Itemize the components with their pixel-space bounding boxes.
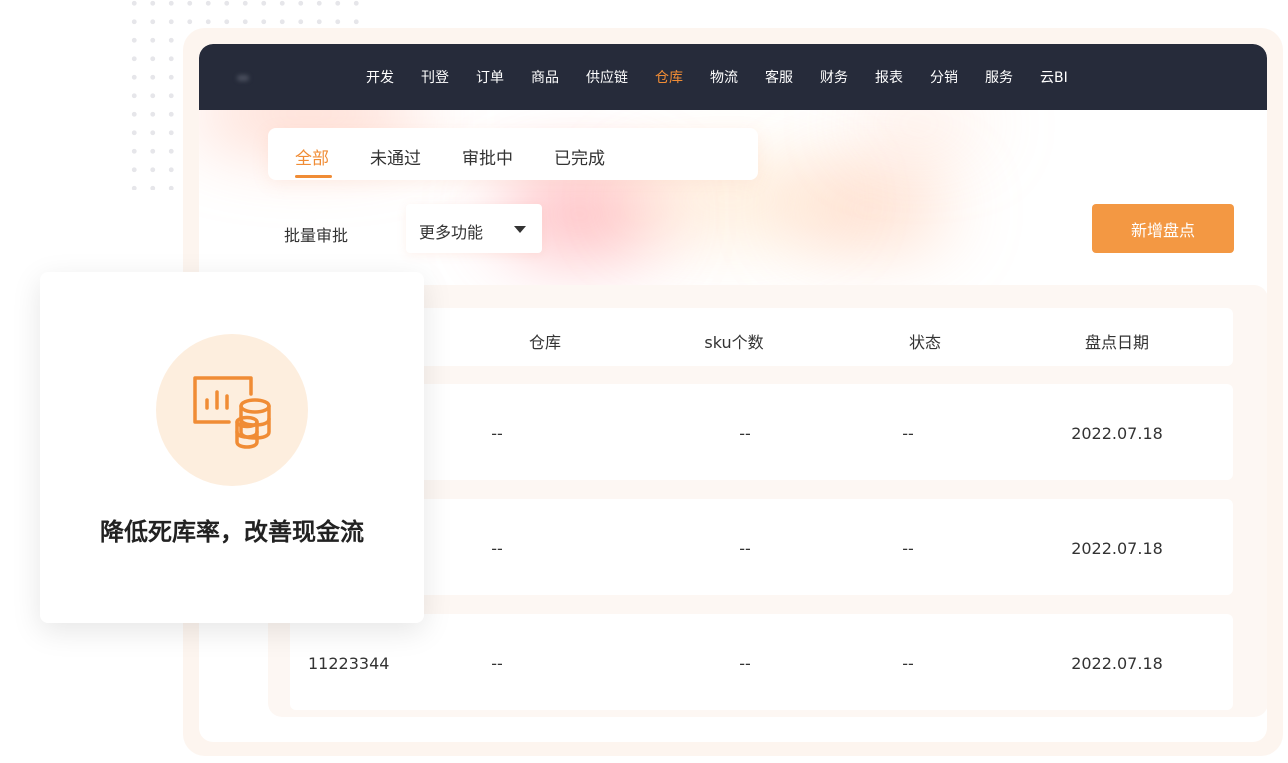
batch-approve-button[interactable]: 批量审批 (284, 222, 348, 246)
cell-id: 11223344 (308, 654, 390, 673)
active-tab-indicator (295, 175, 332, 178)
nav-item-warehouse[interactable]: 仓库 (655, 67, 683, 87)
nav-item-reports[interactable]: 报表 (875, 67, 903, 87)
nav-item-finance[interactable]: 财务 (820, 67, 848, 87)
nav-item-services[interactable]: 服务 (985, 67, 1013, 87)
tab-completed[interactable]: 已完成 (554, 144, 605, 169)
cell-warehouse: -- (491, 424, 503, 443)
cell-sku-count: -- (739, 654, 751, 673)
column-header-sku-count: sku个数 (704, 333, 764, 352)
nav-item-distribution[interactable]: 分销 (930, 67, 958, 87)
nav-item-develop[interactable]: 开发 (366, 67, 394, 87)
column-header-warehouse: 仓库 (528, 333, 562, 352)
nav-item-products[interactable]: 商品 (531, 67, 559, 87)
column-header-date: 盘点日期 (1084, 333, 1150, 352)
cell-sku-count: -- (739, 539, 751, 558)
caret-down-icon (514, 226, 526, 233)
feature-card: 降低死库率，改善现金流 (40, 272, 424, 623)
cell-status: -- (902, 424, 914, 443)
cell-warehouse: -- (491, 654, 503, 673)
nav-item-logistics[interactable]: 物流 (710, 67, 738, 87)
top-nav-bar: 开发 刊登 订单 商品 供应链 仓库 物流 客服 财务 报表 分销 服务 云BI (199, 44, 1267, 110)
nav-item-listing[interactable]: 刊登 (421, 67, 449, 87)
nav-item-cloud-bi[interactable]: 云BI (1040, 67, 1068, 87)
nav-item-supply-chain[interactable]: 供应链 (586, 67, 628, 87)
more-functions-label: 更多功能 (419, 223, 484, 242)
status-tabs (268, 128, 758, 180)
tab-in-review[interactable]: 审批中 (462, 144, 513, 169)
cell-status: -- (902, 654, 914, 673)
cell-date: 2022.07.18 (1071, 424, 1163, 443)
tab-all[interactable]: 全部 (295, 144, 329, 169)
feature-text: 降低死库率，改善现金流 (100, 518, 364, 546)
more-functions-dropdown[interactable]: 更多功能 (406, 204, 542, 253)
logo-placeholder (237, 75, 249, 81)
chart-coins-icon (193, 376, 271, 449)
tab-rejected[interactable]: 未通过 (370, 144, 421, 169)
nav-item-orders[interactable]: 订单 (476, 67, 504, 87)
nav-menu: 开发 刊登 订单 商品 供应链 仓库 物流 客服 财务 报表 分销 服务 云BI (366, 44, 1095, 110)
cell-status: -- (902, 539, 914, 558)
column-header-status: 状态 (908, 333, 942, 352)
cell-warehouse: -- (491, 539, 503, 558)
add-inventory-check-button[interactable]: 新增盘点 (1092, 204, 1234, 253)
cell-date: 2022.07.18 (1071, 539, 1163, 558)
cell-sku-count: -- (739, 424, 751, 443)
nav-item-customer-service[interactable]: 客服 (765, 67, 793, 87)
cell-date: 2022.07.18 (1071, 654, 1163, 673)
